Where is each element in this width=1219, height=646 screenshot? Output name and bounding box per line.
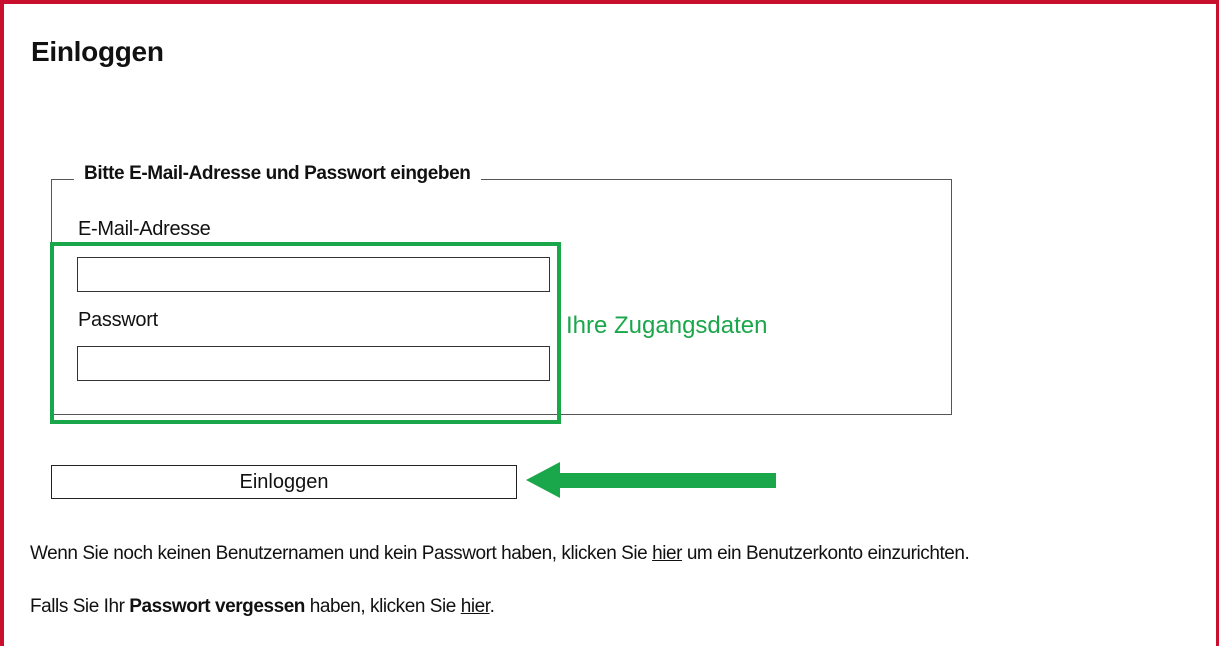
register-prefix: Wenn Sie noch keinen Benutzernamen und k… xyxy=(30,543,653,564)
login-button[interactable]: Einloggen xyxy=(51,465,517,499)
forgot-password-link[interactable]: hier xyxy=(461,596,490,617)
email-input[interactable] xyxy=(77,257,550,292)
page-title: Einloggen xyxy=(31,36,164,67)
arrow-left-icon xyxy=(526,462,776,498)
register-suffix: um ein Benutzerkonto einzurichten. xyxy=(681,543,970,564)
register-link[interactable]: hier xyxy=(652,543,682,564)
password-input[interactable] xyxy=(77,346,550,381)
email-label: E-Mail-Adresse xyxy=(78,218,211,240)
forgot-bold-text: Passwort vergessen xyxy=(129,596,305,617)
forgot-prefix: Falls Sie Ihr xyxy=(30,596,130,617)
forgot-middle: haben, klicken Sie xyxy=(304,596,461,617)
credentials-annotation: Ihre Zugangsdaten xyxy=(566,312,768,339)
password-label: Passwort xyxy=(78,309,158,331)
fieldset-legend: Bitte E-Mail-Adresse und Passwort eingeb… xyxy=(74,163,481,185)
register-info-text: Wenn Sie noch keinen Benutzernamen und k… xyxy=(30,543,970,565)
forgot-password-text: Falls Sie Ihr Passwort vergessen haben, … xyxy=(30,596,495,618)
forgot-suffix: . xyxy=(489,596,495,617)
